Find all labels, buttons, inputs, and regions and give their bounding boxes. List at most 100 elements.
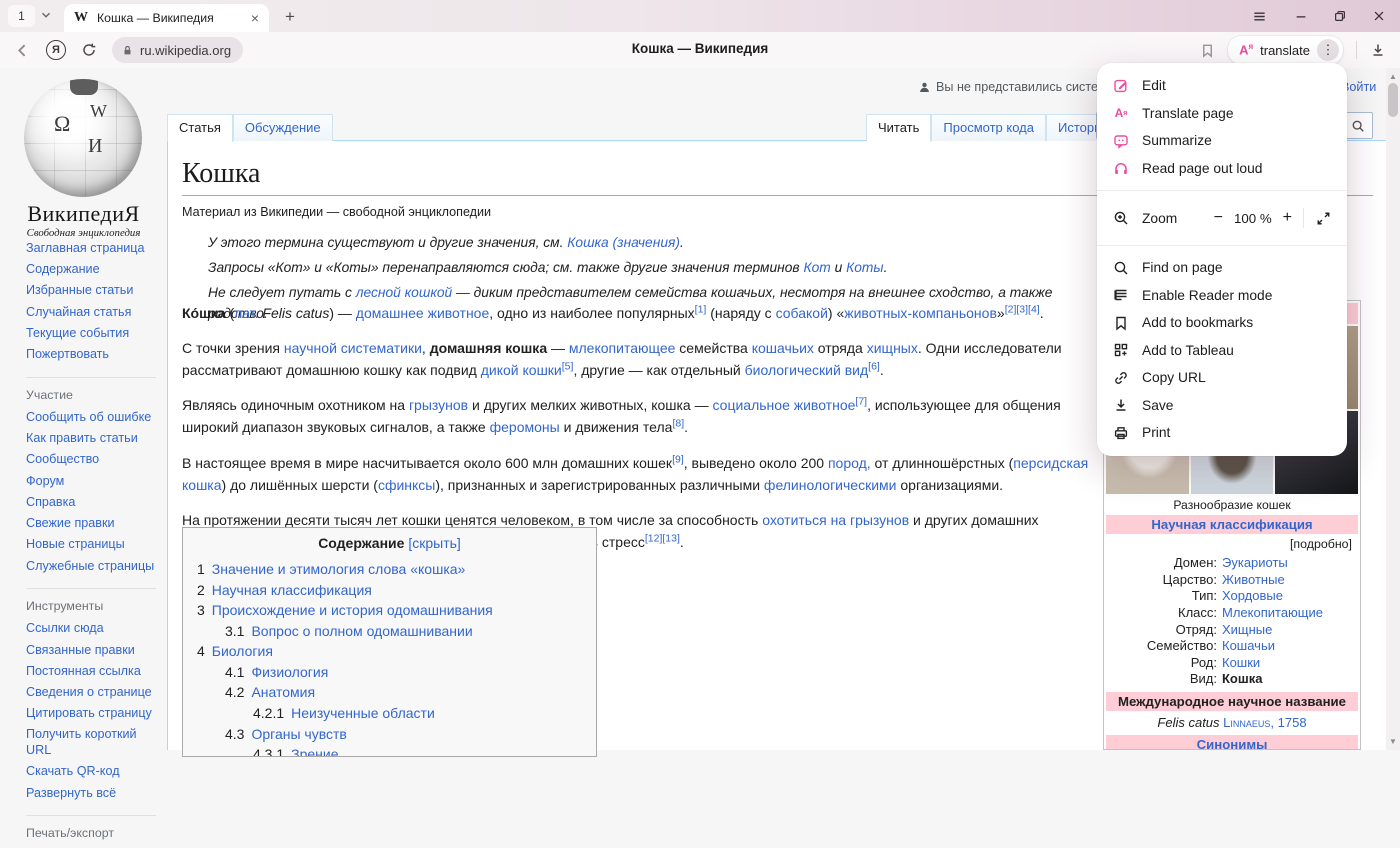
sidebar-section-participation: Участие — [26, 377, 156, 402]
toc-link[interactable]: Научная классификация — [212, 580, 372, 601]
toc-item[interactable]: 4.1 Физиология — [225, 662, 586, 683]
tab-article[interactable]: Статья — [167, 114, 233, 142]
toc-number: 2 — [197, 580, 205, 601]
sidebar-link[interactable]: Новые страницы — [26, 537, 164, 553]
menu-item-add-bookmark[interactable]: Add to bookmarks — [1097, 309, 1347, 337]
toc-link[interactable]: Происхождение и история одомашнивания — [212, 600, 493, 621]
browser-tab[interactable]: W Кошка — Википедия × — [64, 4, 269, 32]
toc-link[interactable]: Физиология — [251, 662, 328, 683]
back-icon[interactable] — [14, 42, 31, 59]
tab-close-icon[interactable]: × — [251, 11, 259, 25]
sidebar-link[interactable]: Случайная статья — [26, 305, 164, 321]
sidebar-link[interactable]: Развернуть всё — [26, 786, 164, 802]
taxonomy-row: Род: Кошки — [1106, 655, 1358, 672]
sidebar-link[interactable]: Избранные статьи — [26, 283, 164, 299]
toc-link[interactable]: Анатомия — [251, 682, 315, 703]
toc-link[interactable]: Значение и этимология слова «кошка» — [212, 559, 466, 580]
toc-hide-link[interactable]: [скрыть] — [408, 535, 460, 551]
restore-button[interactable] — [1331, 7, 1349, 25]
toc-item[interactable]: 3 Происхождение и история одомашнивания — [197, 600, 586, 621]
toc-item[interactable]: 4.2 Анатомия — [225, 682, 586, 703]
taxonomy-value[interactable]: Хордовые — [1222, 588, 1283, 605]
tab-list-chevron-icon[interactable] — [39, 8, 53, 22]
taxonomy-value[interactable]: Кошачьи — [1222, 638, 1275, 655]
menu-item-summarize[interactable]: Summarize — [1097, 127, 1347, 155]
taxonomy-value[interactable]: Хищные — [1222, 622, 1272, 639]
menu-item-save[interactable]: Save — [1097, 392, 1347, 420]
sidebar-link[interactable]: Пожертвовать — [26, 347, 164, 363]
translate-button[interactable]: Aя translate ⋮ — [1228, 36, 1343, 64]
classification-header[interactable]: Научная классификация — [1106, 515, 1358, 534]
menu-item-find-on-page[interactable]: Find on page — [1097, 254, 1347, 282]
menu-item-label: Add to bookmarks — [1142, 315, 1253, 330]
scroll-up-icon[interactable]: ▲ — [1386, 72, 1400, 81]
tab-read[interactable]: Читать — [866, 114, 931, 142]
sidebar-link[interactable]: Заглавная страница — [26, 241, 164, 257]
address-bar[interactable]: ru.wikipedia.org — [112, 37, 243, 63]
sidebar-link[interactable]: Цитировать страницу — [26, 706, 164, 722]
sidebar-link[interactable]: Сведения о странице — [26, 685, 164, 701]
page-scrollbar[interactable]: ▲ ▼ — [1386, 68, 1400, 750]
sidebar-link[interactable]: Скачать QR-код — [26, 764, 164, 780]
minimize-button[interactable] — [1292, 7, 1310, 25]
sidebar-link[interactable]: Текущие события — [26, 326, 164, 342]
details-link[interactable]: [подробно] — [1106, 534, 1358, 553]
downloads-icon[interactable] — [1370, 42, 1386, 58]
toc-item[interactable]: 3.1 Вопрос о полном одомашнивании — [225, 621, 586, 642]
taxonomy-value[interactable]: Млекопитающие — [1222, 605, 1323, 622]
yandex-icon[interactable]: Я — [46, 40, 66, 60]
reload-icon[interactable] — [81, 42, 97, 58]
tab-view-source[interactable]: Просмотр кода — [931, 114, 1046, 141]
toc-link[interactable]: Зрение — [291, 744, 338, 757]
taxonomy-value[interactable]: Эукариоты — [1222, 555, 1288, 572]
wikipedia-logo[interactable]: ΩWИ — [24, 79, 142, 197]
zoom-in-button[interactable]: + — [1283, 210, 1292, 226]
menu-item-reader-mode[interactable]: Enable Reader mode — [1097, 282, 1347, 310]
bookmark-flag-icon[interactable] — [1200, 43, 1215, 58]
toc-item[interactable]: 2 Научная классификация — [197, 580, 586, 601]
menu-item-read-aloud[interactable]: Read page out loud — [1097, 155, 1347, 183]
search-icon[interactable] — [1351, 119, 1365, 133]
fullscreen-icon[interactable] — [1315, 210, 1331, 226]
more-options-button[interactable]: ⋮ — [1317, 39, 1339, 61]
menu-item-translate-page[interactable]: Aя Translate page — [1097, 100, 1347, 128]
menu-item-edit[interactable]: Edit — [1097, 72, 1347, 100]
new-tab-button[interactable]: + — [278, 5, 302, 29]
menu-item-add-to-tableau[interactable]: Add to Tableau — [1097, 337, 1347, 365]
scroll-down-icon[interactable]: ▼ — [1386, 737, 1400, 746]
toc-item[interactable]: 4.2.1 Неизученные области — [253, 703, 586, 724]
tab-discussion[interactable]: Обсуждение — [233, 114, 333, 141]
toc-item[interactable]: 4 Биология — [197, 641, 586, 662]
sidebar-link[interactable]: Сообщить об ошибке — [26, 410, 164, 426]
sidebar-link[interactable]: Связанные правки — [26, 643, 164, 659]
sidebar-link[interactable]: Сообщество — [26, 452, 164, 468]
toc-item[interactable]: 1 Значение и этимология слова «кошка» — [197, 559, 586, 580]
taxonomy-value[interactable]: Кошка — [1222, 671, 1262, 688]
taxonomy-value[interactable]: Животные — [1222, 572, 1285, 589]
menu-item-print[interactable]: Print — [1097, 419, 1347, 447]
sidebar-link[interactable]: Как править статьи — [26, 431, 164, 447]
synonyms-header[interactable]: Синонимы — [1106, 735, 1358, 750]
scrollbar-thumb[interactable] — [1388, 83, 1398, 117]
close-button[interactable] — [1370, 7, 1388, 25]
toc-item[interactable]: 4.3 Органы чувств — [225, 724, 586, 745]
tab-counter[interactable]: 1 — [8, 5, 35, 27]
toc-link[interactable]: Биология — [212, 641, 273, 662]
toc-link[interactable]: Вопрос о полном одомашнивании — [251, 621, 472, 642]
sidebar-link[interactable]: Содержание — [26, 262, 164, 278]
sidebar-link[interactable]: Получить короткий URL — [26, 727, 164, 758]
taxonomy-value[interactable]: Кошки — [1222, 655, 1260, 672]
toc-link[interactable]: Органы чувств — [251, 724, 346, 745]
sidebar-link[interactable]: Постоянная ссылка — [26, 664, 164, 680]
sidebar-link[interactable]: Служебные страницы — [26, 559, 164, 575]
toc-link[interactable]: Неизученные области — [291, 703, 435, 724]
zoom-value: 100 % — [1234, 211, 1272, 226]
sidebar-link[interactable]: Ссылки сюда — [26, 621, 164, 637]
browser-menu-icon[interactable] — [1250, 7, 1268, 25]
toc-item[interactable]: 4.3.1 Зрение — [253, 744, 586, 757]
sidebar-link[interactable]: Свежие правки — [26, 516, 164, 532]
sidebar-link[interactable]: Форум — [26, 474, 164, 490]
menu-item-copy-url[interactable]: Copy URL — [1097, 364, 1347, 392]
zoom-out-button[interactable]: − — [1214, 210, 1223, 226]
sidebar-link[interactable]: Справка — [26, 495, 164, 511]
